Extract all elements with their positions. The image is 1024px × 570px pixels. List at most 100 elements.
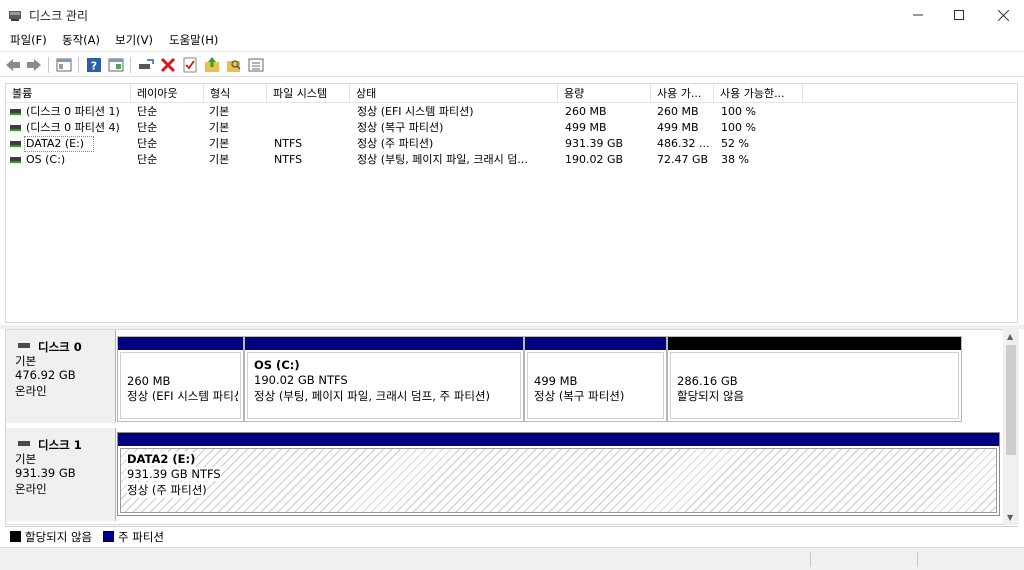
- list-view-icon[interactable]: [247, 56, 265, 74]
- menu-view[interactable]: 보기(V): [115, 32, 153, 48]
- minimize-button[interactable]: [895, 0, 941, 30]
- maximize-icon: [954, 10, 964, 20]
- partition-efi[interactable]: 260 MB 정상 (EFI 시스템 파티션): [117, 336, 244, 422]
- volume-name: (디스크 0 파티션 4): [26, 121, 120, 134]
- volume-free-space: 260 MB: [657, 105, 699, 118]
- partition-status: 할당되지 않음: [677, 389, 745, 403]
- volume-filesystem: NTFS: [274, 153, 303, 166]
- volume-icon: [10, 157, 21, 163]
- up-folder-icon[interactable]: [203, 56, 221, 74]
- menu-action[interactable]: 동작(A): [62, 32, 100, 48]
- disk-graphical-view: 디스크 0 기본 476.92 GB 온라인 260 MB 정상 (EFI 시스…: [5, 329, 1018, 525]
- list-header: 볼륨 레이아웃 형식 파일 시스템 상태 용량 사용 가... 사용 가능한..…: [6, 84, 1017, 103]
- volume-free-space: 486.32 ...: [657, 137, 710, 150]
- partition-size: 190.02 GB NTFS: [254, 373, 348, 387]
- partition-status: 정상 (주 파티션): [127, 482, 207, 498]
- toolbar-separator: [78, 57, 79, 73]
- console-view-icon[interactable]: [107, 56, 125, 74]
- volume-capacity: 190.02 GB: [565, 153, 624, 166]
- partition-body: 499 MB 정상 (복구 파티션): [527, 352, 664, 419]
- column-header-capacity[interactable]: 용량: [558, 84, 651, 103]
- volume-row[interactable]: DATA2 (E:) 단순 기본 NTFS 정상 (주 파티션) 931.39 …: [6, 136, 1017, 152]
- volume-list: 볼륨 레이아웃 형식 파일 시스템 상태 용량 사용 가... 사용 가능한..…: [5, 83, 1018, 323]
- volume-type: 기본: [209, 137, 230, 150]
- volume-free-space: 72.47 GB: [657, 153, 709, 166]
- search-folder-icon[interactable]: [225, 56, 243, 74]
- partition-name: OS (C:): [254, 358, 300, 372]
- column-header-type[interactable]: 형식: [204, 84, 267, 103]
- volume-icon: [10, 109, 21, 115]
- volume-row[interactable]: (디스크 0 파티션 1) 단순 기본 정상 (EFI 시스템 파티션) 260…: [6, 104, 1017, 120]
- volume-status: 정상 (EFI 시스템 파티션): [357, 105, 474, 118]
- legend-label-unallocated: 할당되지 않음: [25, 530, 93, 544]
- partition-size: 260 MB: [127, 374, 171, 388]
- partition-type-bar: [245, 337, 523, 350]
- volume-icon: [10, 141, 21, 147]
- column-header-layout[interactable]: 레이아웃: [131, 84, 204, 103]
- back-arrow-icon[interactable]: [4, 56, 22, 74]
- partition-data2-e[interactable]: DATA2 (E:) 931.39 GB NTFS 정상 (주 파티션): [117, 432, 1000, 516]
- volume-percent-free: 100 %: [721, 121, 756, 134]
- partition-name: DATA2 (E:): [127, 452, 196, 466]
- delete-icon[interactable]: [159, 56, 177, 74]
- graph-vertical-scrollbar[interactable]: ▲ ▼: [1003, 329, 1019, 525]
- column-header-volume[interactable]: 볼륨: [6, 84, 131, 103]
- column-header-status[interactable]: 상태: [350, 84, 558, 103]
- disk-1-size: 931.39 GB: [15, 466, 76, 480]
- disk-0-info[interactable]: 디스크 0 기본 476.92 GB 온라인: [6, 330, 116, 423]
- disk-1-info[interactable]: 디스크 1 기본 931.39 GB 온라인: [6, 428, 116, 521]
- close-button[interactable]: [980, 0, 1024, 30]
- close-icon: [997, 9, 1009, 21]
- scroll-up-icon[interactable]: ▲: [1007, 332, 1013, 341]
- column-header-percent-free[interactable]: 사용 가능한...: [714, 84, 803, 103]
- legend-swatch-primary: [103, 531, 114, 542]
- column-header-filesystem[interactable]: 파일 시스템: [267, 84, 350, 103]
- volume-status: 정상 (부팅, 페이지 파일, 크래시 덤...: [357, 153, 528, 166]
- status-bar-separator: [917, 552, 918, 567]
- partition-type-bar: [525, 337, 666, 350]
- partition-unallocated[interactable]: 286.16 GB 할당되지 않음: [667, 336, 962, 422]
- scroll-down-icon[interactable]: ▼: [1007, 513, 1013, 522]
- maximize-button[interactable]: [936, 0, 982, 30]
- partition-body: DATA2 (E:) 931.39 GB NTFS 정상 (주 파티션): [120, 448, 997, 513]
- properties-view-icon[interactable]: [55, 56, 73, 74]
- legend-label-primary: 주 파티션: [118, 530, 164, 544]
- volume-percent-free: 52 %: [721, 137, 749, 150]
- volume-status: 정상 (복구 파티션): [357, 121, 444, 134]
- svg-text:?: ?: [91, 60, 97, 73]
- status-bar: [0, 547, 1024, 570]
- rescan-disks-icon[interactable]: [137, 56, 155, 74]
- disk-icon: [18, 343, 30, 348]
- forward-arrow-icon[interactable]: [25, 56, 43, 74]
- volume-row[interactable]: (디스크 0 파티션 4) 단순 기본 정상 (복구 파티션) 499 MB 4…: [6, 120, 1017, 136]
- volume-name: (디스크 0 파티션 1): [26, 105, 120, 118]
- toolbar: ?: [0, 51, 1024, 77]
- partition-type-bar: [118, 337, 243, 350]
- menu-file[interactable]: 파일(F): [10, 32, 47, 48]
- partition-size: 499 MB: [534, 374, 578, 388]
- partition-os-c[interactable]: OS (C:) 190.02 GB NTFS 정상 (부팅, 페이지 파일, 크…: [244, 336, 524, 422]
- volume-status: 정상 (주 파티션): [357, 137, 434, 150]
- volume-capacity: 499 MB: [565, 121, 607, 134]
- disk-1-title: 디스크 1: [38, 438, 82, 452]
- volume-filesystem: NTFS: [274, 137, 303, 150]
- volume-free-space: 499 MB: [657, 121, 699, 134]
- menu-help[interactable]: 도움말(H): [169, 32, 218, 48]
- volume-row[interactable]: OS (C:) 단순 기본 NTFS 정상 (부팅, 페이지 파일, 크래시 덤…: [6, 152, 1017, 168]
- check-icon[interactable]: [181, 56, 199, 74]
- volume-layout: 단순: [137, 137, 158, 150]
- scrollbar-thumb[interactable]: [1006, 345, 1016, 455]
- volume-name: OS (C:): [26, 153, 66, 166]
- help-icon[interactable]: ?: [85, 56, 103, 74]
- partition-status: 정상 (복구 파티션): [534, 389, 625, 403]
- volume-layout: 단순: [137, 153, 158, 166]
- partition-body: 286.16 GB 할당되지 않음: [670, 352, 959, 419]
- volume-icon: [10, 125, 21, 131]
- toolbar-separator: [130, 57, 131, 73]
- partition-recovery[interactable]: 499 MB 정상 (복구 파티션): [524, 336, 667, 422]
- menu-bar: 파일(F) 동작(A) 보기(V) 도움말(H): [0, 30, 1024, 50]
- partition-status: 정상 (부팅, 페이지 파일, 크래시 덤프, 주 파티션): [254, 389, 490, 403]
- column-header-free-space[interactable]: 사용 가...: [651, 84, 714, 103]
- partition-size: 286.16 GB: [677, 374, 738, 388]
- volume-layout: 단순: [137, 121, 158, 134]
